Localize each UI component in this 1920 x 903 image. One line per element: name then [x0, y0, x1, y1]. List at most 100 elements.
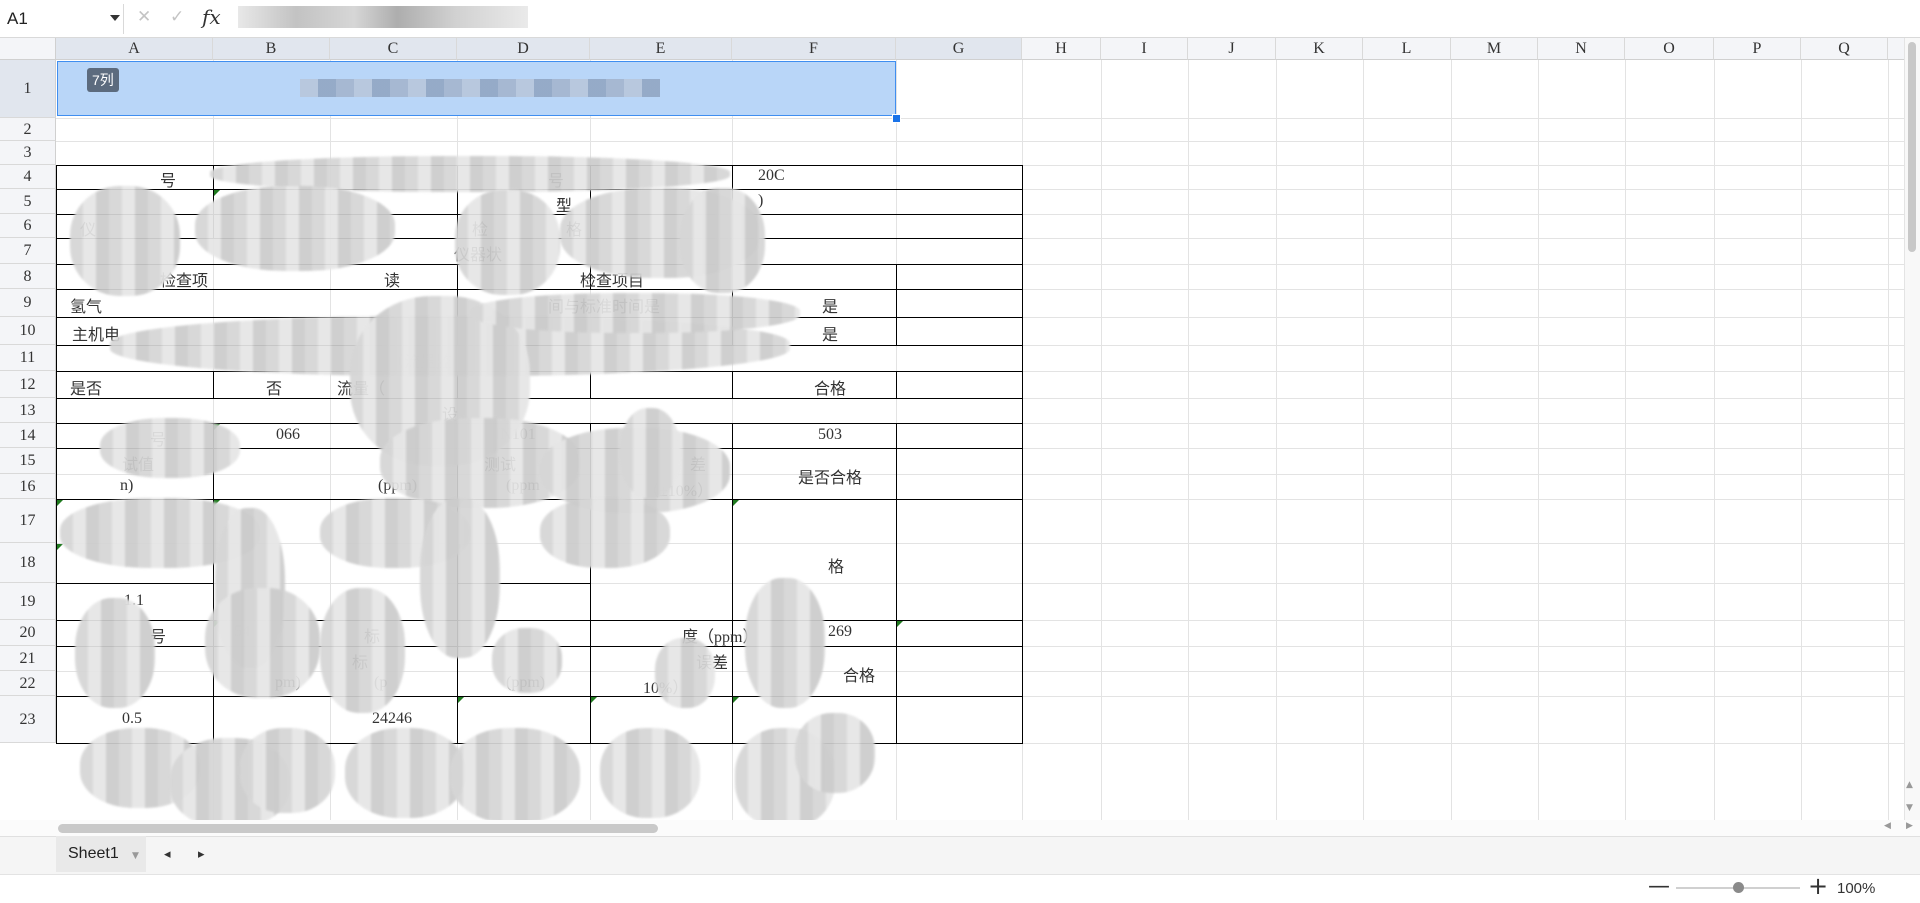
row-header-18[interactable]: 18 — [0, 543, 56, 583]
next-sheet-icon[interactable]: ▸ — [198, 847, 205, 862]
cell-text: 是 — [821, 327, 839, 344]
row-header-15[interactable]: 15 — [0, 448, 56, 474]
row-header-22[interactable]: 22 — [0, 671, 56, 696]
row-header-5[interactable]: 5 — [0, 189, 56, 214]
zoom-in-icon[interactable]: + — [1808, 872, 1828, 900]
cell-border — [896, 289, 897, 346]
column-header-r[interactable]: R — [1888, 38, 1904, 60]
cell-border — [56, 583, 214, 584]
grid-line — [1625, 60, 1626, 820]
scroll-right-arrow-icon[interactable]: ▶ — [1906, 821, 1913, 831]
cell-text: ) — [758, 191, 764, 209]
grid-line — [1276, 60, 1277, 820]
cell-text: 是否合格 — [797, 470, 863, 487]
redacted-region — [70, 186, 180, 296]
column-header-j[interactable]: J — [1188, 38, 1276, 60]
cell-text: 24246 — [372, 709, 412, 727]
row-header-21[interactable]: 21 — [0, 646, 56, 671]
sheet-menu-chevron-icon[interactable]: ▼ — [132, 851, 139, 861]
column-header-i[interactable]: I — [1101, 38, 1188, 60]
grid-line — [1714, 60, 1715, 820]
vertical-scroll-thumb[interactable] — [1908, 42, 1916, 252]
cell-border — [896, 371, 897, 399]
formula-input-redacted[interactable] — [238, 6, 528, 28]
spreadsheet-grid[interactable]: ABCDEFGHIJKLMNOPQRS 12345678910111213141… — [0, 38, 1904, 820]
scroll-left-arrow-icon[interactable]: ◀ — [1884, 821, 1891, 831]
redacted-region — [492, 628, 562, 693]
redacted-region — [420, 498, 500, 658]
column-header-a[interactable]: A — [56, 38, 213, 60]
column-header-p[interactable]: P — [1714, 38, 1801, 60]
redacted-region — [450, 728, 580, 820]
row-header-6[interactable]: 6 — [0, 214, 56, 238]
cell-text: 读 — [384, 272, 401, 290]
cell-border — [732, 423, 733, 744]
redacted-region — [75, 598, 155, 708]
row-header-4[interactable]: 4 — [0, 165, 56, 189]
redacted-region — [205, 588, 320, 698]
grid-line — [56, 118, 1904, 119]
scroll-up-arrow-icon[interactable]: ▲ — [1906, 780, 1913, 790]
cell-text: n) — [120, 476, 134, 494]
redacted-region — [745, 578, 825, 708]
cell-text: 066 — [276, 425, 300, 443]
column-header-l[interactable]: L — [1363, 38, 1451, 60]
column-header-e[interactable]: E — [590, 38, 732, 60]
fx-icon[interactable]: fx — [202, 5, 221, 29]
row-header-14[interactable]: 14 — [0, 423, 56, 448]
row-header-20[interactable]: 20 — [0, 620, 56, 646]
redacted-region — [600, 728, 700, 818]
sheet-tab-bar — [0, 836, 1920, 874]
redacted-region — [195, 186, 395, 271]
select-all-corner[interactable] — [0, 38, 56, 60]
horizontal-scroll-thumb[interactable] — [58, 824, 658, 833]
grid-line — [56, 141, 1904, 142]
column-header-b[interactable]: B — [213, 38, 330, 60]
column-header-k[interactable]: K — [1276, 38, 1363, 60]
row-header-13[interactable]: 13 — [0, 398, 56, 423]
row-header-2[interactable]: 2 — [0, 118, 56, 141]
zoom-out-icon[interactable]: — — [1648, 874, 1670, 899]
redacted-region — [470, 293, 800, 333]
cell-border — [56, 620, 1023, 621]
cancel-icon[interactable]: ✕ — [137, 7, 151, 27]
scroll-down-arrow-icon[interactable]: ▼ — [1906, 803, 1913, 813]
row-header-23[interactable]: 23 — [0, 696, 56, 743]
column-header-n[interactable]: N — [1538, 38, 1625, 60]
row-header-9[interactable]: 9 — [0, 289, 56, 317]
row-header-10[interactable]: 10 — [0, 317, 56, 345]
row-header-3[interactable]: 3 — [0, 141, 56, 165]
cell-border — [457, 264, 458, 290]
row-header-16[interactable]: 16 — [0, 474, 56, 499]
zoom-slider-handle[interactable] — [1733, 882, 1744, 893]
redacted-region — [345, 728, 465, 818]
row-header-19[interactable]: 19 — [0, 583, 56, 620]
column-header-m[interactable]: M — [1451, 38, 1538, 60]
confirm-icon[interactable]: ✓ — [170, 7, 184, 27]
row-header-11[interactable]: 11 — [0, 345, 56, 371]
grid-line — [1538, 60, 1539, 820]
row-header-12[interactable]: 12 — [0, 371, 56, 398]
cell-border — [896, 264, 897, 290]
column-header-h[interactable]: H — [1022, 38, 1101, 60]
error-indicator-icon — [591, 697, 597, 703]
column-header-q[interactable]: Q — [1801, 38, 1888, 60]
name-box-dropdown-icon[interactable] — [110, 15, 120, 21]
row-header-8[interactable]: 8 — [0, 264, 56, 289]
redacted-region — [455, 190, 560, 295]
cell-border — [590, 371, 591, 399]
cell-text: 20C — [758, 167, 785, 184]
row-header-17[interactable]: 17 — [0, 499, 56, 543]
column-header-g[interactable]: G — [896, 38, 1022, 60]
name-box[interactable]: A1 — [0, 4, 124, 34]
cell-text: 是 — [821, 299, 839, 316]
row-header-1[interactable]: 1 — [0, 60, 56, 118]
fill-handle[interactable] — [892, 114, 901, 123]
column-header-d[interactable]: D — [457, 38, 590, 60]
prev-sheet-icon[interactable]: ◂ — [164, 847, 171, 862]
column-header-o[interactable]: O — [1625, 38, 1714, 60]
cell-text: 合格 — [813, 380, 847, 398]
column-header-f[interactable]: F — [732, 38, 896, 60]
row-header-7[interactable]: 7 — [0, 238, 56, 264]
column-header-c[interactable]: C — [330, 38, 457, 60]
